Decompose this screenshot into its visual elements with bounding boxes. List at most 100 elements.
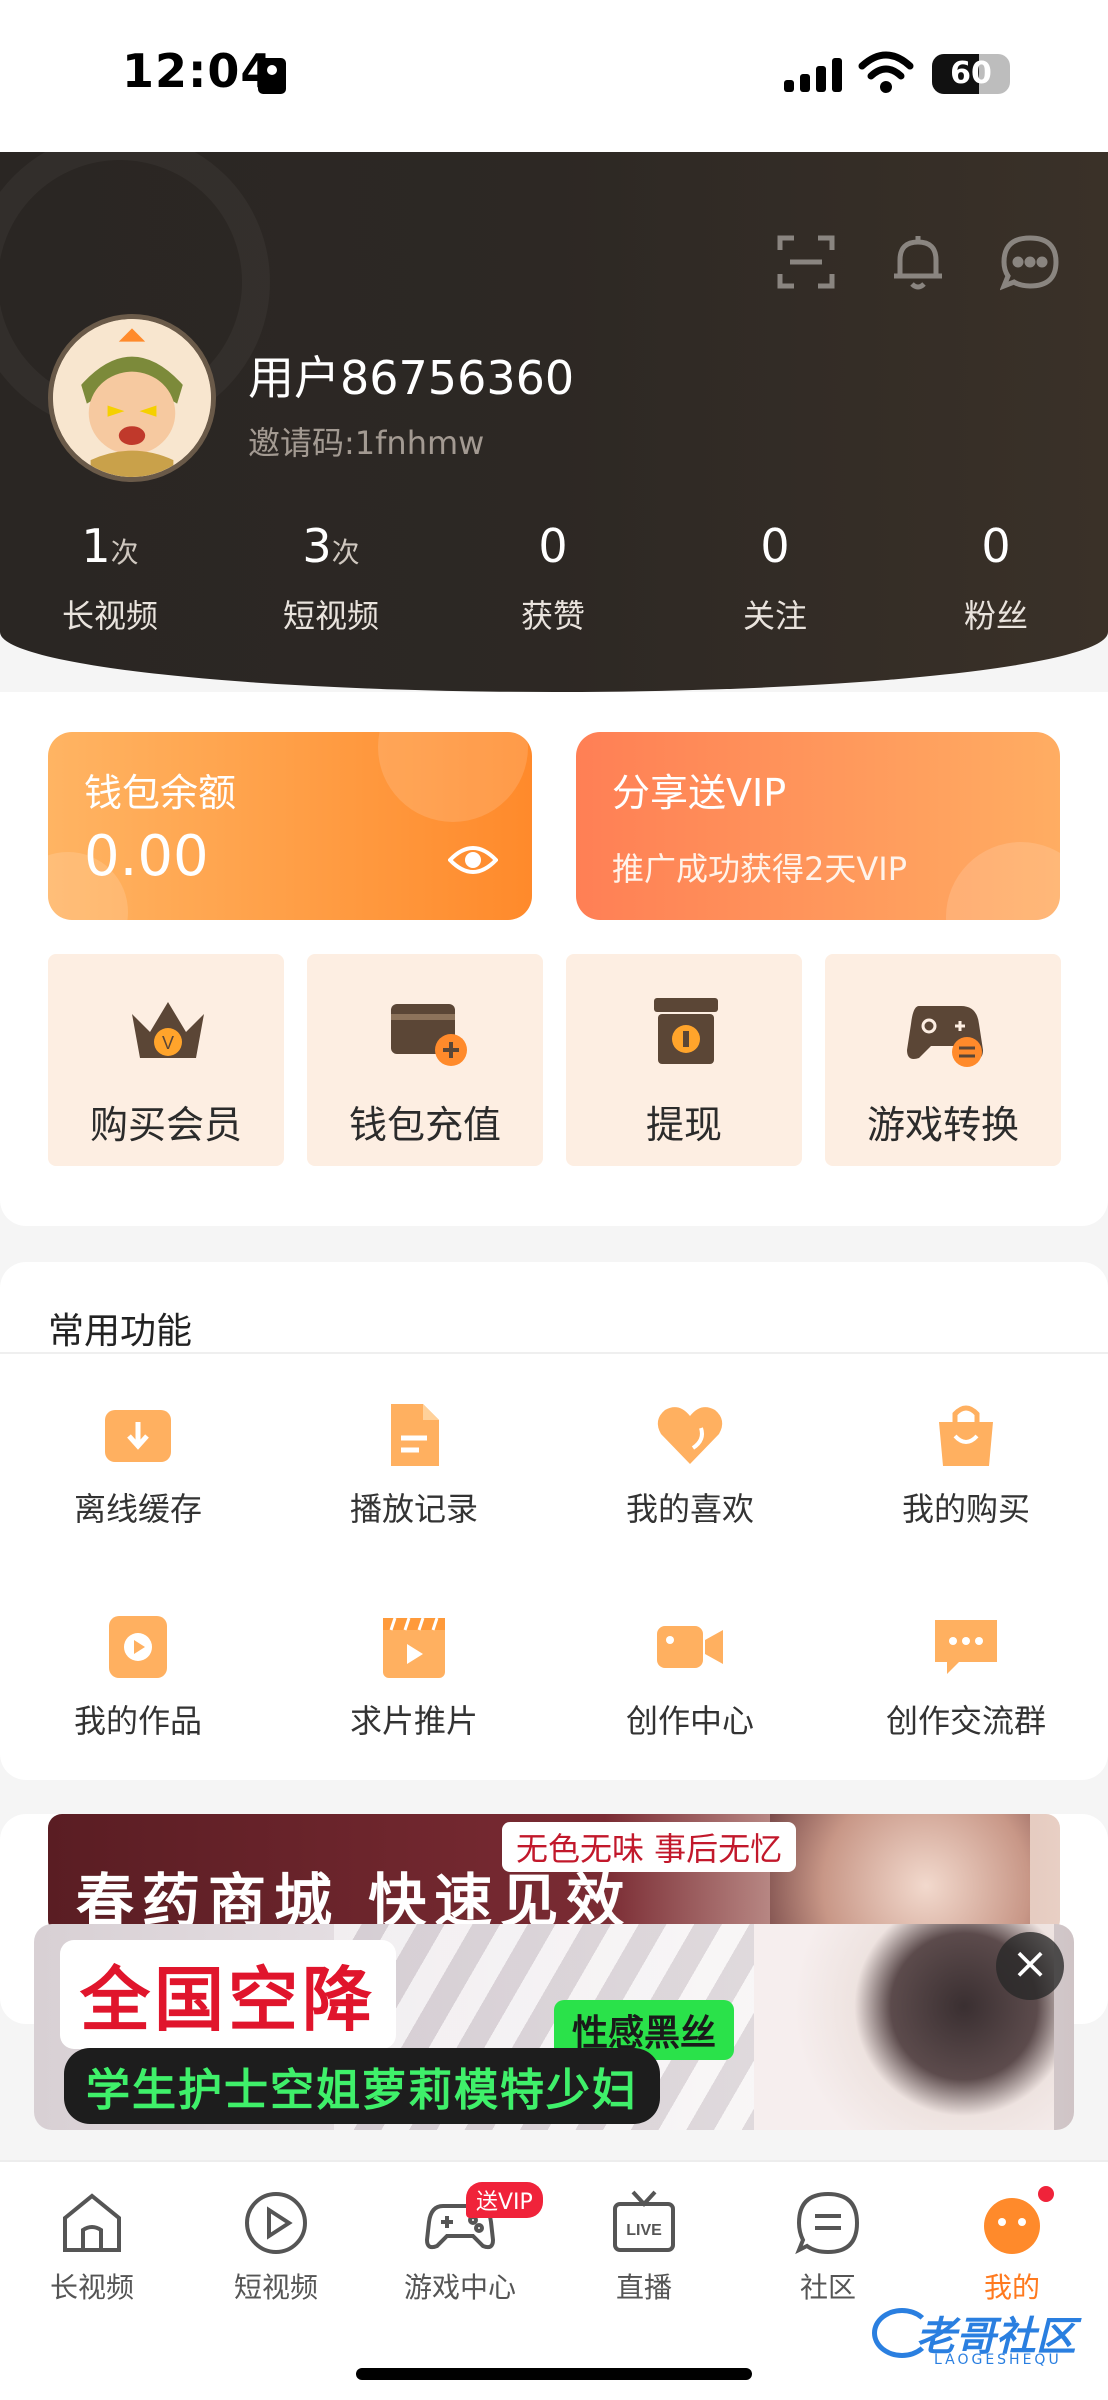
play-circle-icon [245,2192,307,2254]
shopping-bag-icon [939,1405,993,1466]
func-label: 求片推片 [349,1702,478,1740]
home-icon [63,2193,121,2252]
video-camera-icon [657,1626,723,1668]
stat-label: 关注 [742,597,807,635]
nav-long-video[interactable]: 长视频 [0,2188,184,2306]
watermark-logo: 老哥社区 LAOGESHEQU [870,2300,1100,2372]
func-my-purchases[interactable]: 我的购买 [828,1400,1104,1530]
status-time: 12:04 [122,44,274,98]
stat-fans[interactable]: 0 粉丝 [886,514,1106,637]
wifi-icon [858,51,914,93]
nav-live[interactable]: LIVE 直播 [552,2188,736,2306]
share-title: 分享送VIP [612,771,787,815]
nav-me[interactable]: 我的 [920,2188,1104,2306]
func-label: 我的喜欢 [625,1490,754,1528]
section-title: 常用功能 [48,1311,193,1352]
notification-dot [1038,2186,1054,2202]
battery-icon: 60 [932,54,1010,94]
home-indicator[interactable] [356,2368,752,2380]
download-icon [105,1410,171,1462]
quick-label: 购买会员 [89,1103,242,1147]
vip-badge: 送VIP [466,2182,543,2218]
close-icon[interactable]: × [996,1932,1064,2000]
screen: 12:04 60 用户86756360 邀请码:1fnhmw 1次 长视频 3次… [0,0,1108,2400]
func-play-history[interactable]: 播放记录 [276,1400,552,1530]
nav-community[interactable]: 社区 [736,2188,920,2306]
stat-following[interactable]: 0 关注 [665,514,885,637]
stat-label: 粉丝 [963,597,1028,635]
banner-image [770,1814,1030,1934]
chat-dots-icon [935,1620,997,1674]
gamepad-exchange-icon [907,1006,983,1067]
func-my-likes[interactable]: 我的喜欢 [552,1400,828,1530]
film-icon [383,1617,445,1678]
quick-buy-vip[interactable]: V 购买会员 [48,954,284,1166]
bell-icon[interactable] [888,232,948,292]
eye-icon[interactable] [448,842,498,878]
stat-unit: 次 [110,536,139,569]
message-icon[interactable] [1000,232,1060,292]
promo-banner[interactable]: 无色无味 事后无忆 春药商城 快速见效 [48,1814,1060,1934]
popup-headline: 全国空降 [60,1940,396,2049]
quick-label: 钱包充值 [348,1103,501,1147]
scan-icon[interactable] [776,232,836,292]
stat-value: 0 [981,519,1011,573]
quick-label: 游戏转换 [866,1103,1019,1147]
stat-short-video[interactable]: 3次 短视频 [221,514,441,637]
nav-label: 短视频 [233,2271,318,2304]
func-label: 播放记录 [349,1490,478,1528]
wallet-title: 钱包余额 [84,771,237,815]
watermark-sub: LAOGESHEQU [934,2352,1062,2368]
nav-short-video[interactable]: 短视频 [184,2188,368,2306]
play-square-icon [109,1616,167,1678]
stat-value: 1 [81,519,111,573]
banner-headline: 春药商城 快速见效 [76,1867,633,1934]
quick-withdraw[interactable]: 提现 [566,954,802,1166]
withdraw-box-icon [654,998,718,1064]
popup-ad[interactable]: 全国空降 性感黑丝 学生护士空姐萝莉模特少妇 [34,1924,1074,2130]
func-request-recommend[interactable]: 求片推片 [276,1612,552,1742]
crown-icon: V [132,1002,204,1058]
func-offline-cache[interactable]: 离线缓存 [0,1400,276,1530]
invite-code[interactable]: 邀请码:1fnhmw [248,418,484,464]
signal-icon [784,58,844,92]
share-subtitle: 推广成功获得2天VIP [612,850,907,888]
divider [0,1352,1108,1354]
wallet-panel: 钱包余额 0.00 分享送VIP 推广成功获得2天VIP V 购买会员 钱包充值… [0,692,1108,1226]
quick-game-exchange[interactable]: 游戏转换 [825,954,1061,1166]
svg-text:LIVE: LIVE [626,2222,662,2239]
username: 用户86756360 [248,351,575,405]
popup-subline: 学生护士空姐萝莉模特少妇 [64,2048,660,2124]
func-label: 创作中心 [625,1702,754,1740]
common-functions-panel: 常用功能 离线缓存 播放记录 我的喜欢 我的购买 我的作品 求片推片 创作中心 … [0,1262,1108,1780]
func-label: 我的作品 [73,1702,202,1740]
stat-value: 0 [760,519,790,573]
func-creator-group[interactable]: 创作交流群 [828,1612,1104,1742]
contact-card-icon [258,58,286,94]
avatar[interactable] [48,314,216,482]
heart-icon [657,1407,723,1464]
stat-likes[interactable]: 0 获赞 [443,514,663,637]
func-label: 创作交流群 [885,1702,1046,1740]
stat-value: 0 [538,519,568,573]
status-bar: 12:04 60 [0,0,1108,152]
live-tv-icon: LIVE [613,2190,675,2252]
wallet-balance-card[interactable]: 钱包余额 0.00 [48,732,532,920]
document-icon [391,1404,439,1466]
share-vip-card[interactable]: 分享送VIP 推广成功获得2天VIP [576,732,1060,920]
nav-label: 长视频 [49,2271,134,2304]
stat-label: 短视频 [282,597,379,635]
stat-label: 长视频 [61,597,158,635]
func-label: 离线缓存 [73,1490,202,1528]
stat-long-video[interactable]: 1次 长视频 [0,514,220,637]
battery-level: 60 [950,56,992,91]
nav-label: 游戏中心 [403,2271,516,2304]
func-label: 我的购买 [901,1490,1030,1528]
func-my-works[interactable]: 我的作品 [0,1612,276,1742]
func-creator-center[interactable]: 创作中心 [552,1612,828,1742]
profile-mascot-icon [984,2198,1040,2254]
profile-header: 用户86756360 邀请码:1fnhmw 1次 长视频 3次 短视频 0 获赞… [0,152,1108,692]
wallet-add-icon [391,1004,467,1066]
quick-wallet-recharge[interactable]: 钱包充值 [307,954,543,1166]
svg-text:V: V [162,1033,174,1053]
